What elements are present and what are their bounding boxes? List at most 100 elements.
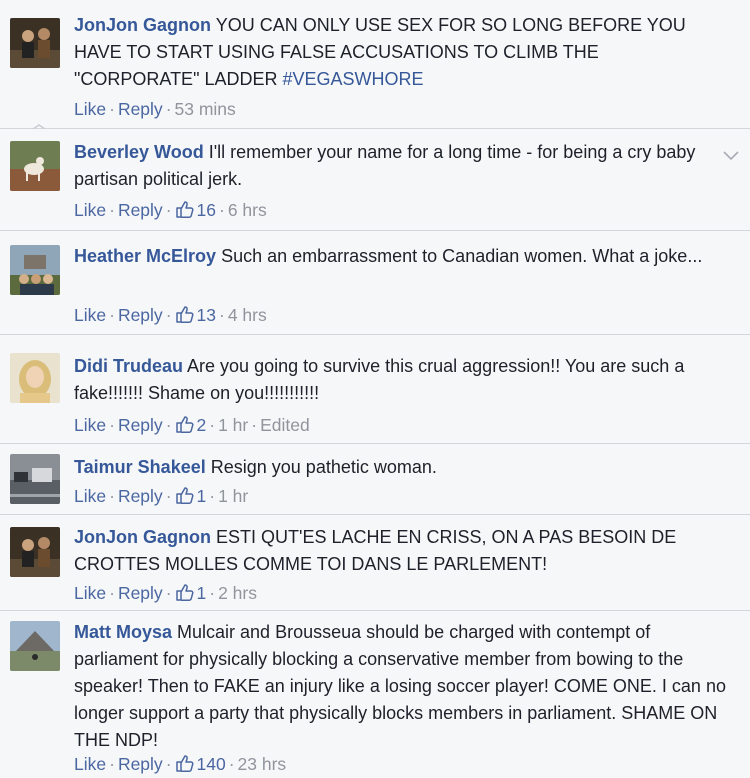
comment-actions: Like · Reply · 1 · 1 hr	[74, 485, 248, 507]
separator-dot: ·	[209, 486, 216, 506]
separator-dot: ·	[218, 200, 225, 220]
comment-item: Beverley Wood I'll remember your name fo…	[0, 129, 750, 231]
like-link[interactable]: Like	[74, 583, 106, 603]
comment-actions: Like · Reply · 16 · 6 hrs	[74, 199, 267, 221]
separator-dot: ·	[165, 305, 172, 325]
timestamp-link[interactable]: 1 hr	[218, 486, 248, 506]
comment-text: Mulcair and Brousseua should be charged …	[74, 622, 726, 750]
comment-body: Didi Trudeau Are you going to survive th…	[74, 353, 728, 407]
avatar[interactable]	[10, 245, 60, 295]
reply-link[interactable]: Reply	[118, 305, 163, 325]
edited-link[interactable]: Edited	[260, 415, 310, 435]
comment-item: Matt Moysa Mulcair and Brousseua should …	[0, 611, 750, 778]
comment-actions: Like · Reply · 53 mins	[74, 99, 236, 120]
like-link[interactable]: Like	[74, 754, 106, 774]
chevron-down-icon[interactable]	[722, 149, 740, 161]
separator-dot: ·	[165, 583, 172, 603]
reply-link[interactable]: Reply	[118, 583, 163, 603]
separator-dot: ·	[109, 200, 115, 220]
separator-dot: ·	[109, 486, 115, 506]
reply-link[interactable]: Reply	[118, 754, 163, 774]
comment-item: Heather McElroy Such an embarrassment to…	[0, 231, 750, 335]
timestamp-link[interactable]: 6 hrs	[228, 200, 267, 220]
timestamp-link[interactable]: 4 hrs	[228, 305, 267, 325]
like-link[interactable]: Like	[74, 486, 106, 506]
comment-body: JonJon Gagnon ESTI QUT'ES LACHE EN CRISS…	[74, 524, 728, 578]
comment-author[interactable]: Heather McElroy	[74, 246, 216, 266]
timestamp-link[interactable]: 23 hrs	[238, 754, 287, 774]
separator-dot: ·	[109, 415, 115, 435]
like-count-value: 1	[196, 583, 207, 603]
thumbs-up-icon	[175, 201, 194, 218]
like-link[interactable]: Like	[74, 305, 106, 325]
comment-actions: Like · Reply · 13 · 4 hrs	[74, 304, 267, 326]
separator-dot: ·	[165, 754, 172, 774]
comment-author[interactable]: JonJon Gagnon	[74, 15, 211, 35]
thumbs-up-icon	[175, 306, 194, 323]
like-count[interactable]: 1	[175, 486, 207, 506]
thumbs-up-icon	[175, 584, 194, 601]
reply-link[interactable]: Reply	[118, 486, 163, 506]
separator-dot: ·	[218, 305, 225, 325]
comment-text: Resign you pathetic woman.	[210, 457, 437, 477]
comment-author[interactable]: JonJon Gagnon	[74, 527, 211, 547]
comment-actions: Like · Reply · 140 · 23 hrs	[74, 753, 286, 775]
like-count[interactable]: 140	[175, 754, 226, 774]
comment-body: Matt Moysa Mulcair and Brousseua should …	[74, 619, 728, 754]
like-count-value: 140	[196, 754, 226, 774]
separator-dot: ·	[165, 415, 172, 435]
like-count[interactable]: 16	[175, 200, 216, 220]
reply-link[interactable]: Reply	[118, 99, 163, 119]
hashtag-link[interactable]: #VEGASWHORE	[283, 69, 424, 89]
thumbs-up-icon	[175, 755, 194, 772]
avatar[interactable]	[10, 141, 60, 191]
reply-link[interactable]: Reply	[118, 200, 163, 220]
comment-item: Didi Trudeau Are you going to survive th…	[0, 335, 750, 444]
reply-link[interactable]: Reply	[118, 415, 163, 435]
thumbs-up-icon	[175, 416, 194, 433]
like-count[interactable]: 1	[175, 583, 207, 603]
separator-dot: ·	[109, 305, 115, 325]
timestamp-link[interactable]: 1 hr	[218, 415, 248, 435]
separator-dot: ·	[165, 200, 172, 220]
like-count-value: 16	[196, 200, 216, 220]
like-link[interactable]: Like	[74, 200, 106, 220]
timestamp-link[interactable]: 2 hrs	[218, 583, 257, 603]
separator-dot: ·	[209, 583, 216, 603]
separator-dot: ·	[109, 583, 115, 603]
comment-body: Taimur Shakeel Resign you pathetic woman…	[74, 454, 728, 481]
comment-actions: Like · Reply · 2 · 1 hr · Edited	[74, 414, 310, 436]
avatar[interactable]	[10, 527, 60, 577]
avatar[interactable]	[10, 18, 60, 68]
comment-author[interactable]: Taimur Shakeel	[74, 457, 206, 477]
comment-author[interactable]: Beverley Wood	[74, 142, 204, 162]
comment-author[interactable]: Didi Trudeau	[74, 356, 183, 376]
separator-dot: ·	[109, 754, 115, 774]
like-count-value: 1	[196, 486, 207, 506]
like-count[interactable]: 2	[175, 415, 207, 435]
avatar[interactable]	[10, 353, 60, 403]
comment-text: Such an embarrassment to Canadian women.…	[221, 246, 703, 266]
separator-dot: ·	[165, 99, 172, 119]
comment-item: JonJon Gagnon ESTI QUT'ES LACHE EN CRISS…	[0, 515, 750, 611]
like-count[interactable]: 13	[175, 305, 216, 325]
separator-dot: ·	[165, 486, 172, 506]
like-link[interactable]: Like	[74, 415, 106, 435]
comment-author[interactable]: Matt Moysa	[74, 622, 172, 642]
separator-dot: ·	[109, 99, 115, 119]
separator-dot: ·	[209, 415, 216, 435]
comment-item: JonJon Gagnon YOU CAN ONLY USE SEX FOR S…	[0, 0, 750, 130]
avatar[interactable]	[10, 454, 60, 504]
avatar[interactable]	[10, 621, 60, 671]
comment-actions: Like · Reply · 1 · 2 hrs	[74, 582, 257, 604]
like-count-value: 2	[196, 415, 207, 435]
like-link[interactable]: Like	[74, 99, 106, 119]
comment-item: Taimur Shakeel Resign you pathetic woman…	[0, 444, 750, 515]
thumbs-up-icon	[175, 487, 194, 504]
separator-dot: ·	[228, 754, 235, 774]
like-count-value: 13	[196, 305, 216, 325]
comment-body: JonJon Gagnon YOU CAN ONLY USE SEX FOR S…	[74, 12, 728, 93]
timestamp-link[interactable]: 53 mins	[175, 99, 236, 119]
separator-dot: ·	[251, 415, 258, 435]
comment-body: Beverley Wood I'll remember your name fo…	[74, 139, 720, 193]
